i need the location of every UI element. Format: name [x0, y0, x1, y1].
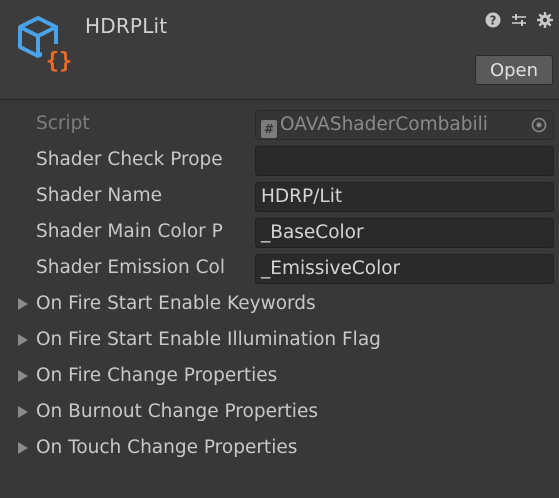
script-file-icon: #: [261, 120, 277, 138]
foldout-fire-change-properties[interactable]: On Fire Change Properties: [0, 358, 559, 394]
inspector-body: Script # OAVAShaderCombabili Shader Check…: [0, 100, 559, 498]
open-button[interactable]: Open: [475, 55, 553, 85]
shader-name-label: Shader Name: [36, 185, 162, 206]
shader-emission-color-label: Shader Emission Col: [36, 257, 225, 278]
shader-name-input[interactable]: HDRP/Lit: [255, 182, 554, 212]
shader-emission-color-input[interactable]: _EmissiveColor: [255, 254, 554, 284]
asset-title: HDRPLit: [85, 14, 168, 38]
shader-main-color-label: Shader Main Color P: [36, 221, 223, 242]
help-icon[interactable]: ?: [485, 12, 501, 28]
foldout-label[interactable]: On Burnout Change Properties: [36, 394, 318, 430]
foldout-arrow-icon[interactable]: [18, 370, 28, 382]
foldout-arrow-icon[interactable]: [18, 334, 28, 346]
svg-text:{}: {}: [46, 49, 73, 74]
preset-sliders-icon[interactable]: [511, 12, 527, 28]
script-value: OAVAShaderCombabili: [280, 114, 488, 135]
shader-check-property-label: Shader Check Prope: [36, 149, 223, 170]
script-label: Script: [36, 113, 90, 134]
foldout-fire-start-illumination[interactable]: On Fire Start Enable Illumination Flag: [0, 322, 559, 358]
foldout-label[interactable]: On Fire Start Enable Keywords: [36, 286, 316, 322]
foldout-label[interactable]: On Fire Start Enable Illumination Flag: [36, 322, 381, 358]
gear-icon[interactable]: [537, 12, 553, 28]
script-row: Script # OAVAShaderCombabili: [0, 106, 559, 142]
inspector-header: {} HDRPLit ? Open: [0, 0, 559, 100]
shader-main-color-row: Shader Main Color P _BaseColor: [0, 214, 559, 250]
foldout-arrow-icon[interactable]: [18, 442, 28, 454]
shader-main-color-input[interactable]: _BaseColor: [255, 218, 554, 248]
foldout-label[interactable]: On Touch Change Properties: [36, 430, 297, 466]
foldout-fire-start-keywords[interactable]: On Fire Start Enable Keywords: [0, 286, 559, 322]
foldout-burnout-change-properties[interactable]: On Burnout Change Properties: [0, 394, 559, 430]
shader-name-row: Shader Name HDRP/Lit: [0, 178, 559, 214]
shader-graph-icon: {}: [18, 16, 76, 74]
foldout-arrow-icon[interactable]: [18, 298, 28, 310]
shader-emission-color-row: Shader Emission Col _EmissiveColor: [0, 250, 559, 286]
shader-check-property-input[interactable]: [255, 146, 554, 176]
foldout-touch-change-properties[interactable]: On Touch Change Properties: [0, 430, 559, 466]
foldout-arrow-icon[interactable]: [18, 406, 28, 418]
svg-text:?: ?: [490, 14, 497, 28]
object-picker-icon[interactable]: [531, 117, 547, 133]
shader-check-property-row: Shader Check Prope: [0, 142, 559, 178]
script-field[interactable]: # OAVAShaderCombabili: [255, 110, 554, 140]
foldout-label[interactable]: On Fire Change Properties: [36, 358, 277, 394]
